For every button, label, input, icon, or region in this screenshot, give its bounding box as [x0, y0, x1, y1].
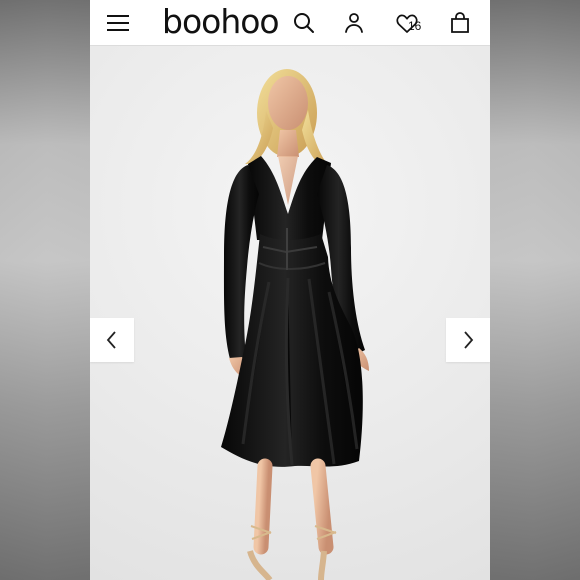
shopping-bag-icon [451, 11, 469, 33]
wishlist-count: 16 [408, 18, 422, 33]
left-background-blur [0, 0, 90, 580]
wishlist-button[interactable]: 16 [390, 9, 424, 37]
search-button[interactable] [290, 9, 318, 37]
site-header: boohoo 16 [90, 0, 490, 46]
hamburger-icon [107, 14, 129, 31]
header-actions: 16 [290, 9, 474, 37]
product-image-gallery [90, 46, 490, 580]
next-image-button[interactable] [446, 318, 490, 362]
bag-button[interactable] [446, 9, 474, 37]
screenshot-frame: boohoo 16 [0, 0, 580, 580]
previous-image-button[interactable] [90, 318, 134, 362]
product-model-image [221, 69, 369, 580]
chevron-left-icon [106, 331, 116, 349]
search-icon [294, 12, 314, 33]
mobile-product-page: boohoo 16 [90, 0, 490, 580]
header-left-group: boohoo [104, 5, 280, 38]
chevron-right-icon [464, 331, 474, 349]
menu-button[interactable] [104, 9, 132, 37]
brand-logo[interactable]: boohoo [162, 5, 280, 38]
user-icon [345, 12, 363, 33]
right-background-blur [490, 0, 580, 580]
account-button[interactable] [340, 9, 368, 37]
